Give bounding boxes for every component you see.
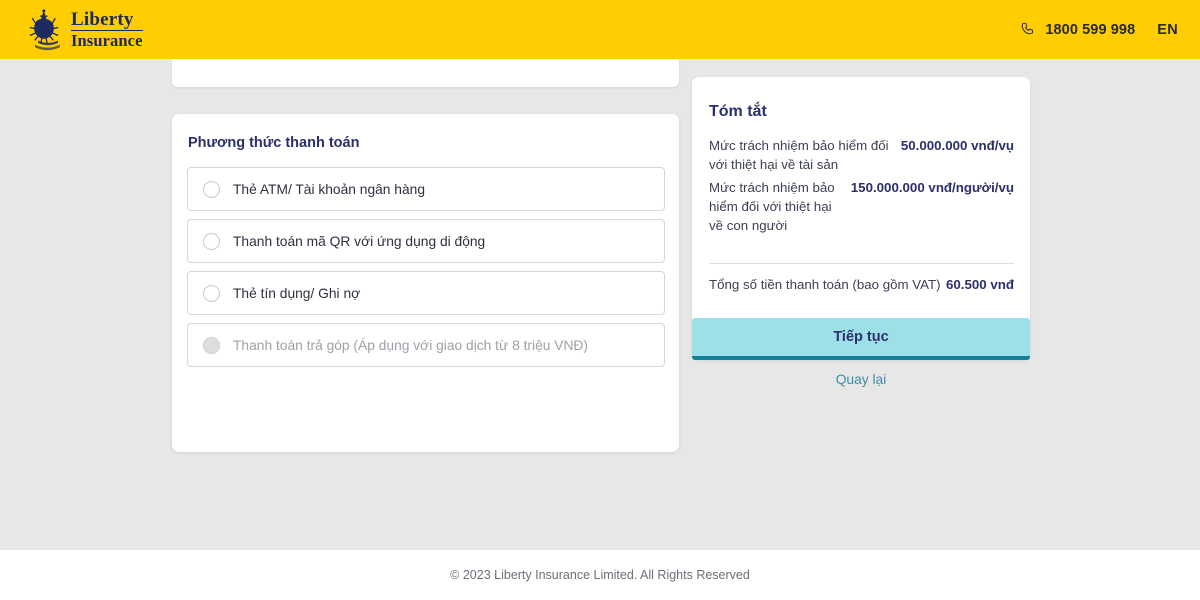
payment-option-qr[interactable]: Thanh toán mã QR với ứng dụng di động [187, 219, 665, 263]
payment-methods-title: Phương thức thanh toán [188, 135, 360, 151]
payment-option-label: Thẻ tín dụng/ Ghi nợ [233, 285, 361, 301]
summary-total-value: 60.500 vnđ [945, 277, 1014, 292]
radio-icon[interactable] [203, 232, 220, 250]
summary-row-value: 50.000.000 vnđ/vụ [900, 138, 1014, 153]
main-content: xử lý, lưu trữ và/hoặc sao lưu dữ liệu c… [0, 37, 1200, 550]
summary-row: Mức trách nhiệm bảo hiểm đối với thiệt h… [709, 136, 1014, 175]
summary-total-label: Tổng số tiền thanh toán (bao gồm VAT) [709, 277, 941, 292]
back-link[interactable]: Quay lại [692, 372, 1030, 387]
payment-option-label: Thẻ ATM/ Tài khoản ngân hàng [233, 181, 426, 197]
summary-title: Tóm tắt [709, 103, 767, 120]
header-right: 1800 599 998 EN [1021, 22, 1178, 38]
payment-option-credit-debit[interactable]: Thẻ tín dụng/ Ghi nợ [187, 271, 665, 315]
radio-icon[interactable] [203, 284, 220, 302]
continue-button[interactable]: Tiếp tục [692, 318, 1030, 360]
summary-row-label: Mức trách nhiệm bảo hiểm đối với thiệt h… [709, 179, 835, 234]
site-header: Liberty Insurance 1800 599 998 EN [0, 0, 1200, 59]
payment-options-list: Thẻ ATM/ Tài khoản ngân hàng Thanh toán … [187, 167, 665, 375]
summary-rows: Mức trách nhiệm bảo hiểm đối với thiệt h… [709, 136, 1014, 238]
hotline-number: 1800 599 998 [1045, 21, 1136, 38]
statue-of-liberty-icon [29, 8, 60, 50]
payment-option-label: Thanh toán mã QR với ứng dụng di động [233, 233, 486, 249]
payment-option-atm[interactable]: Thẻ ATM/ Tài khoản ngân hàng [187, 167, 665, 211]
summary-row-value: 150.000.000 vnđ/người/vụ [850, 179, 1014, 195]
copyright-text: © 2023 Liberty Insurance Limited. All Ri… [450, 568, 750, 582]
summary-row: Mức trách nhiệm bảo hiểm đối với thiệt h… [709, 178, 1014, 236]
brand-wordmark: Liberty Insurance [71, 10, 143, 51]
language-selector[interactable]: EN [1157, 22, 1178, 38]
site-footer: © 2023 Liberty Insurance Limited. All Ri… [0, 550, 1200, 600]
brand-logo[interactable]: Liberty Insurance [28, 8, 143, 52]
hotline[interactable]: 1800 599 998 [1021, 22, 1135, 38]
summary-divider [709, 263, 1014, 264]
payment-option-installment: Thanh toán trả góp (Áp dụng với giao dịc… [187, 323, 665, 367]
payment-methods-card: Phương thức thanh toán Thẻ ATM/ Tài khoả… [172, 114, 679, 452]
phone-icon [1022, 22, 1034, 35]
summary-total-row: Tổng số tiền thanh toán (bao gồm VAT) 60… [709, 277, 1014, 292]
summary-row-label: Mức trách nhiệm bảo hiểm đối với thiệt h… [709, 138, 889, 173]
radio-icon-disabled [203, 336, 220, 354]
radio-icon[interactable] [203, 180, 220, 198]
brand-line-1: Liberty [71, 10, 143, 32]
payment-option-label: Thanh toán trả góp (Áp dụng với giao dịc… [233, 337, 588, 353]
brand-line-2: Insurance [71, 31, 143, 51]
payment-page: Liberty Insurance 1800 599 998 EN xử lý,… [0, 0, 1200, 600]
